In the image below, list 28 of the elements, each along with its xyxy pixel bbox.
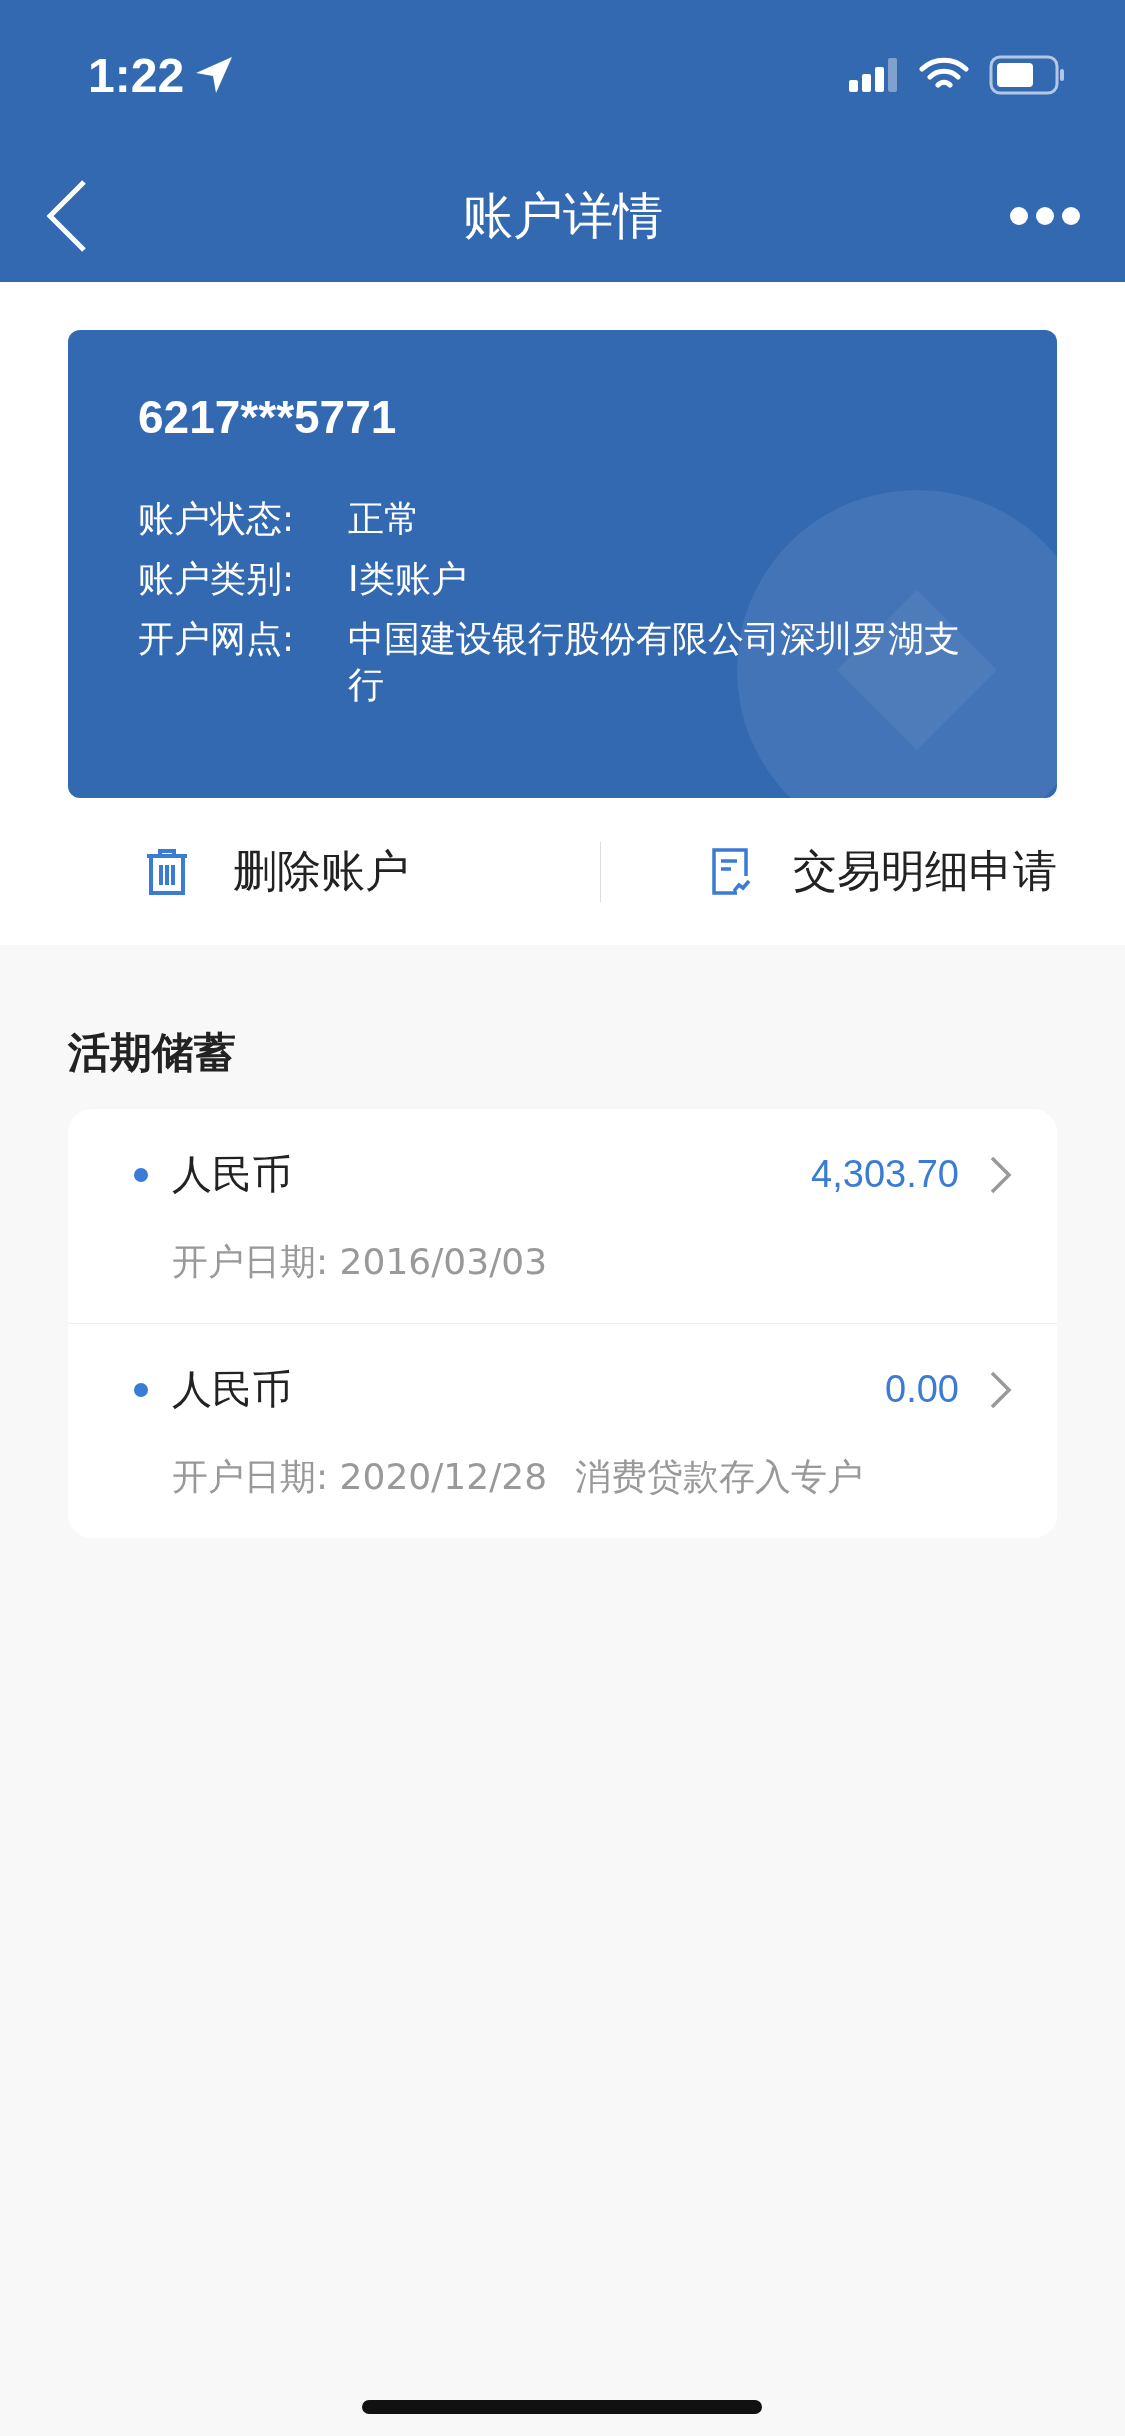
info-label: 账户状态: [138,497,296,541]
battery-icon [989,55,1065,95]
chevron-right-icon[interactable] [989,1154,1013,1195]
chevron-right-icon[interactable] [989,1369,1013,1410]
status-time: 1:22 [88,47,185,103]
currency-name: 人民币 [172,1365,293,1414]
delete-account-button[interactable]: 删除账户 [68,842,600,901]
page-title: 账户详情 [462,185,663,247]
info-value: 正常 [348,497,421,541]
section-title: 活期储蓄 [68,1027,237,1079]
info-value: 中国建设银行股份有限公司深圳罗湖支行 [348,617,961,707]
bullet-dot [134,1167,148,1182]
card-number: 6217***5771 [138,390,398,444]
open-date: 开户日期: 2016/03/03 [172,1240,548,1284]
open-date: 开户日期: 2020/12/28 [172,1455,548,1499]
signal-icon [849,58,899,92]
balance-amount: 4,303.70 [811,1153,959,1196]
info-label: 开户网点: [138,617,296,661]
info-label: 账户类别: [138,557,296,601]
account-note: 消费贷款存入专户 [575,1455,864,1499]
statement-request-button[interactable]: 交易明细申请 [600,842,1057,901]
currency-name: 人民币 [172,1150,293,1199]
balance-amount: 0.00 [885,1368,959,1411]
document-icon [711,846,751,897]
more-button[interactable] [1009,206,1081,226]
bullet-dot [134,1382,148,1397]
location-arrow-icon [194,55,235,95]
info-value: I类账户 [348,557,468,601]
